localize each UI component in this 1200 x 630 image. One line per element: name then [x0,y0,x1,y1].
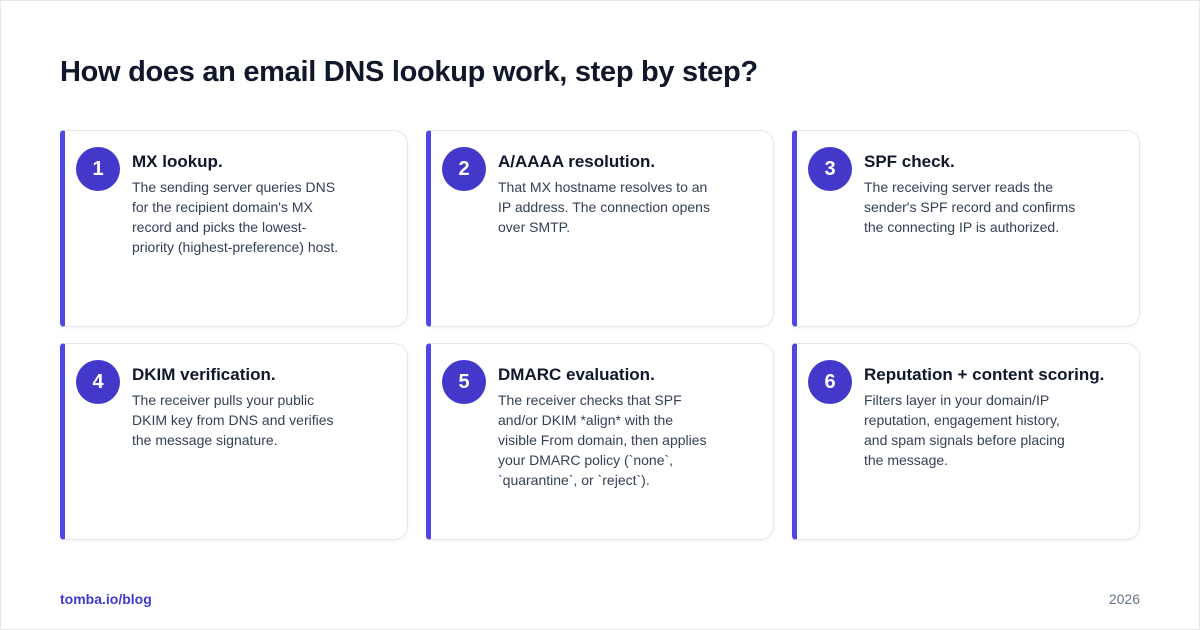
step-card-2: 2 A/AAAA resolution. That MX hostname re… [426,130,774,327]
step-description: Filters layer in your domain/IP reputati… [864,392,1065,468]
step-title: DKIM verification. [132,365,276,384]
step-description: The receiver checks that SPF and/or DKIM… [498,392,707,488]
step-title: A/AAAA resolution. [498,152,656,171]
step-card-5: 5 DMARC evaluation. The receiver checks … [426,343,774,540]
step-description: The receiving server reads the sender's … [864,179,1076,235]
footer-year: 2026 [1108,591,1140,607]
page-title: How does an email DNS lookup work, step … [60,56,758,88]
step-number-badge: 4 [76,360,120,404]
step-number-badge: 1 [76,147,120,191]
step-number-badge: 3 [808,147,852,191]
step-card-3: 3 SPF check. The receiving server reads … [792,130,1140,327]
step-title: Reputation + content scoring. [864,365,1105,384]
step-card-4: 4 DKIM verification. The receiver pulls … [60,343,408,540]
step-number-badge: 6 [808,360,852,404]
step-title: DMARC evaluation. [498,365,655,384]
step-card-6: 6 Reputation + content scoring. Filters … [792,343,1140,540]
step-title: MX lookup. [132,152,223,171]
step-title: SPF check. [864,152,955,171]
step-number-badge: 5 [442,360,486,404]
step-card-1: 1 MX lookup. The sending server queries … [60,130,408,327]
step-description: The sending server queries DNS for the r… [132,179,339,255]
step-number-badge: 2 [442,147,486,191]
steps-grid: 1 MX lookup. The sending server queries … [60,130,1140,540]
step-description: The receiver pulls your public DKIM key … [132,392,334,448]
step-description: That MX hostname resolves to an IP addre… [498,179,710,235]
footer-brand-link[interactable]: tomba.io/blog [60,591,152,607]
